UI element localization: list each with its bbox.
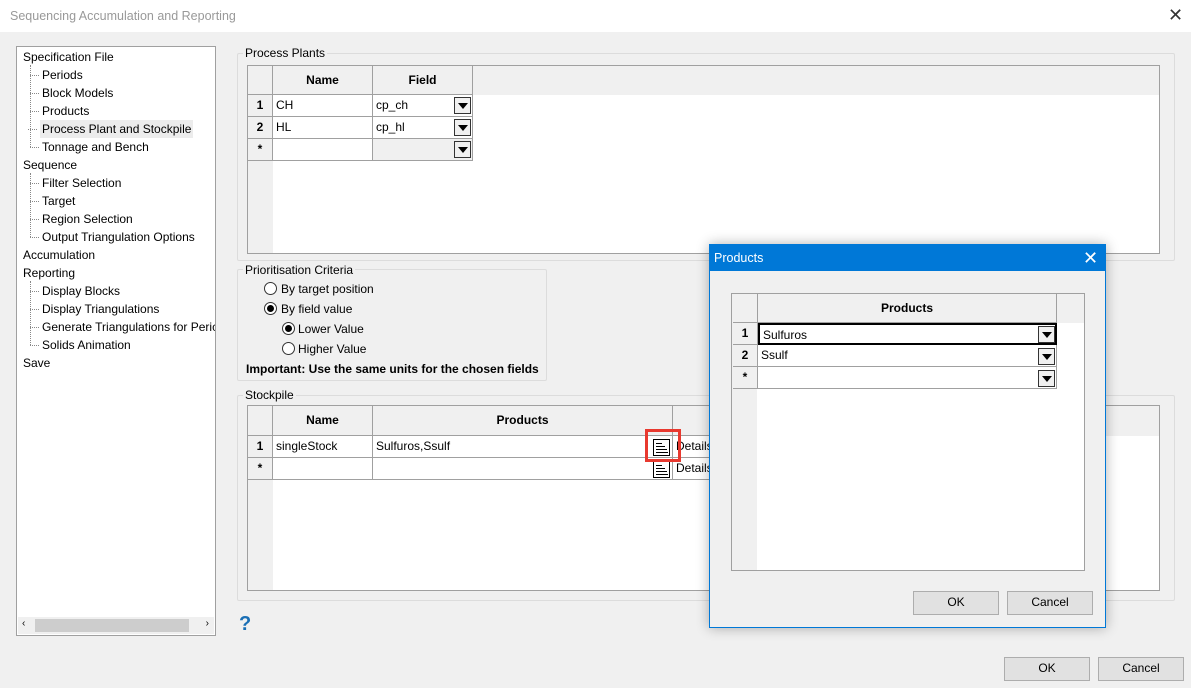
- scrollbar-thumb[interactable]: [35, 619, 189, 632]
- tree-item-solids-animation[interactable]: Solids Animation: [30, 336, 131, 354]
- products-dialog-titlebar: Products ✕: [710, 245, 1105, 271]
- cancel-button[interactable]: Cancel: [1098, 657, 1184, 681]
- stockpile-label: Stockpile: [243, 388, 296, 402]
- stockpile-name-cell[interactable]: [273, 458, 373, 480]
- plant-name-cell[interactable]: HL: [273, 117, 373, 139]
- tree-item-filter-selection[interactable]: Filter Selection: [29, 174, 121, 192]
- radio-higher-value-label[interactable]: Higher Value: [298, 342, 366, 356]
- column-header-products[interactable]: Products: [373, 406, 673, 436]
- column-header-field[interactable]: Field: [373, 66, 473, 95]
- highlight-box: [645, 429, 681, 462]
- tree-item-target[interactable]: Target: [29, 192, 75, 210]
- column-header-name[interactable]: Name: [273, 66, 373, 95]
- row-number: *: [248, 139, 273, 161]
- radio-by-field-label[interactable]: By field value: [281, 302, 352, 316]
- radio-by-target-label[interactable]: By target position: [281, 282, 374, 296]
- row-header-corner: [248, 406, 273, 436]
- help-icon[interactable]: ?: [239, 613, 251, 636]
- row-number: 1: [248, 436, 273, 458]
- details-list-icon[interactable]: [653, 461, 670, 478]
- radio-higher-value[interactable]: [282, 342, 295, 355]
- tree-item-sequence[interactable]: Sequence: [23, 156, 77, 174]
- dropdown-arrow-icon[interactable]: [1038, 370, 1055, 387]
- window-title: Sequencing Accumulation and Reporting: [10, 9, 236, 23]
- tree-item-accumulation[interactable]: Accumulation: [23, 246, 95, 264]
- plant-name-cell[interactable]: CH: [273, 95, 373, 117]
- row-number: 2: [733, 345, 758, 367]
- ok-button[interactable]: OK: [1004, 657, 1090, 681]
- dialog-ok-button[interactable]: OK: [913, 591, 999, 615]
- process-plants-grid[interactable]: Name Field 1 CH cp_ch 2 HL cp_hl *: [247, 65, 1160, 254]
- stockpile-name-cell[interactable]: singleStock: [273, 436, 373, 458]
- process-plants-label: Process Plants: [243, 46, 328, 60]
- tree-item-block-models[interactable]: Block Models: [29, 84, 113, 102]
- radio-by-target[interactable]: [264, 282, 277, 295]
- dropdown-arrow-icon[interactable]: [454, 97, 471, 114]
- scroll-left-icon[interactable]: ‹: [22, 618, 25, 629]
- dialog-cancel-button[interactable]: Cancel: [1007, 591, 1093, 615]
- tree-item-products[interactable]: Products: [29, 102, 89, 120]
- stockpile-products-cell[interactable]: [373, 458, 673, 480]
- row-number: 2: [248, 117, 273, 139]
- radio-lower-value-label[interactable]: Lower Value: [298, 322, 364, 336]
- tree-item-display-blocks[interactable]: Display Blocks: [29, 282, 120, 300]
- tree-item-region-selection[interactable]: Region Selection: [30, 210, 133, 228]
- row-number: 1: [248, 95, 273, 117]
- dialog-close-icon[interactable]: ✕: [1083, 249, 1098, 267]
- dropdown-arrow-icon[interactable]: [454, 141, 471, 158]
- dropdown-arrow-icon[interactable]: [454, 119, 471, 136]
- product-cell[interactable]: [758, 367, 1057, 389]
- units-note: Important: Use the same units for the ch…: [246, 362, 539, 376]
- products-grid[interactable]: Products 1 Sulfuros 2 Ssulf *: [731, 293, 1085, 571]
- row-number: *: [248, 458, 273, 480]
- products-dialog: Products ✕ Products 1 Sulfuros 2 Ssulf * OK …: [709, 244, 1106, 628]
- tree-item-specification-file[interactable]: Specification File: [23, 48, 114, 66]
- row-header-corner: [733, 294, 758, 323]
- radio-by-field[interactable]: [264, 302, 277, 315]
- column-header-name[interactable]: Name: [273, 406, 373, 436]
- navigation-tree[interactable]: ‹ › Specification File Periods Block Model…: [16, 46, 216, 636]
- dropdown-arrow-icon[interactable]: [1038, 326, 1055, 343]
- products-dialog-title: Products: [714, 251, 764, 265]
- plant-name-cell[interactable]: [273, 139, 373, 161]
- tree-connector-line: [30, 65, 31, 147]
- tree-connector-line: [30, 281, 31, 345]
- dropdown-arrow-icon[interactable]: [1038, 348, 1055, 365]
- tree-item-generate-triangulations-for-peric[interactable]: Generate Triangulations for Peric: [29, 318, 215, 336]
- tree-horizontal-scrollbar[interactable]: ‹ ›: [18, 617, 214, 634]
- radio-lower-value[interactable]: [282, 322, 295, 335]
- row-number: *: [733, 367, 758, 389]
- close-icon[interactable]: ✕: [1168, 6, 1183, 24]
- column-header-products[interactable]: Products: [758, 294, 1057, 323]
- product-cell[interactable]: Sulfuros: [758, 323, 1057, 345]
- title-bar: Sequencing Accumulation and Reporting ✕: [0, 0, 1191, 32]
- row-number: 1: [733, 323, 758, 345]
- prioritisation-label: Prioritisation Criteria: [243, 263, 356, 277]
- scroll-right-icon[interactable]: ›: [206, 618, 209, 629]
- row-header-corner: [248, 66, 273, 95]
- stockpile-products-cell[interactable]: Sulfuros,Ssulf: [373, 436, 673, 458]
- tree-item-process-plant-and-stockpile[interactable]: Process Plant and Stockpile: [27, 120, 194, 138]
- tree-item-reporting[interactable]: Reporting: [23, 264, 75, 282]
- product-cell[interactable]: Ssulf: [758, 345, 1057, 367]
- tree-item-periods[interactable]: Periods: [30, 66, 83, 84]
- tree-item-save[interactable]: Save: [23, 354, 50, 372]
- tree-connector-line: [30, 173, 31, 237]
- tree-item-output-triangulation-options[interactable]: Output Triangulation Options: [30, 228, 195, 246]
- tree-item-display-triangulations[interactable]: Display Triangulations: [29, 300, 159, 318]
- tree-item-tonnage-and-bench[interactable]: Tonnage and Bench: [30, 138, 149, 156]
